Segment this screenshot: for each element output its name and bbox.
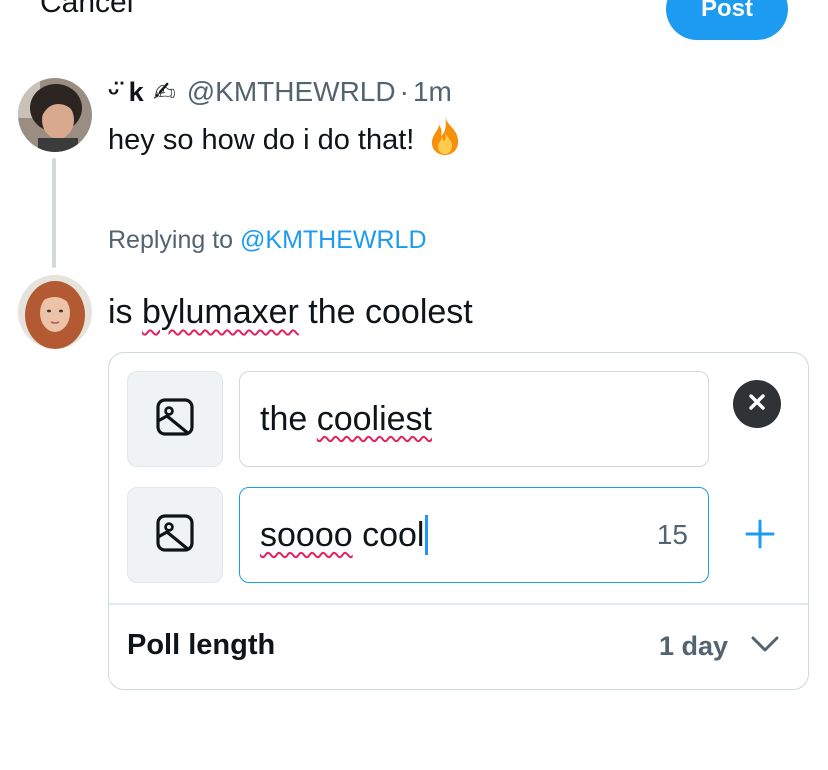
timestamp: 1m xyxy=(412,76,452,107)
handle[interactable]: @KMTHEWRLD xyxy=(187,76,396,108)
replying-prefix: Replying to xyxy=(108,226,241,254)
choice-2-media-button[interactable] xyxy=(127,487,223,583)
image-icon xyxy=(155,513,195,558)
replying-mention[interactable]: @KMTHEWRLD xyxy=(240,226,427,254)
choice-1-media-button[interactable] xyxy=(127,371,223,467)
text-cursor xyxy=(425,515,429,555)
post-button-label: Post xyxy=(700,0,753,22)
choice-1-prefix: the xyxy=(260,399,317,438)
add-choice-button[interactable] xyxy=(738,514,782,558)
poll-length-label: Poll length xyxy=(127,629,276,661)
compose-text[interactable]: is bylumaxer the coolest xyxy=(108,293,473,332)
choice-1-misspelled: cooliest xyxy=(316,399,432,438)
separator: · xyxy=(399,76,409,107)
plus-icon xyxy=(744,518,776,555)
tweet-text: hey so how do i do that! xyxy=(108,116,462,164)
tweet-header: ᵕ̈ k ✍︎ @KMTHEWRLD · 1m xyxy=(108,74,452,110)
tweet-text-content: hey so how do i do that! xyxy=(108,123,415,156)
divider xyxy=(109,603,808,605)
avatar[interactable] xyxy=(18,78,92,152)
compose-text-start: is xyxy=(108,293,142,331)
poll-card: the cooliest soooo cool 15 Poll length 1… xyxy=(108,352,809,690)
cancel-button[interactable]: Cancel xyxy=(40,0,133,20)
replying-to: Replying to @KMTHEWRLD xyxy=(108,226,427,255)
choice-1-input[interactable]: the cooliest xyxy=(239,371,709,467)
compose-text-end: the coolest xyxy=(298,293,473,331)
choice-2-input[interactable]: soooo cool 15 xyxy=(239,487,709,583)
fire-icon xyxy=(428,116,462,164)
remove-poll-button[interactable] xyxy=(733,380,781,428)
poll-length-value: 1 day xyxy=(658,631,728,661)
post-button[interactable]: Post xyxy=(666,0,788,40)
avatar[interactable] xyxy=(18,275,92,349)
poll-length-select[interactable]: 1 day xyxy=(659,631,780,662)
chevron-down-icon xyxy=(750,635,780,658)
image-icon xyxy=(155,397,195,442)
thread-connector xyxy=(52,158,56,268)
close-icon xyxy=(747,392,767,417)
display-name[interactable]: ᵕ̈ k ✍︎ xyxy=(108,77,177,108)
choice-2-rest: cool xyxy=(352,515,425,554)
char-count: 15 xyxy=(656,519,688,550)
misspelled-word: bylumaxer xyxy=(142,293,299,331)
choice-2-misspelled: soooo xyxy=(260,515,353,554)
